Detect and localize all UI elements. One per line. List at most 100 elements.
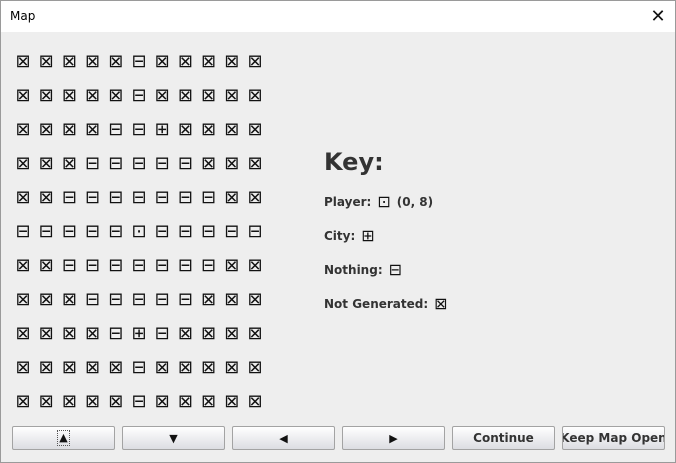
nothing-cell: ⊟ [108, 221, 124, 242]
move-right-button[interactable]: ▶ [342, 426, 445, 450]
nothing-cell: ⊟ [15, 221, 31, 242]
nothing-cell: ⊟ [154, 289, 170, 310]
not-generated-cell: ⊠ [201, 85, 217, 106]
not-generated-cell: ⊠ [224, 187, 240, 208]
nothing-cell: ⊟ [38, 221, 54, 242]
not-generated-cell: ⊠ [154, 391, 170, 412]
key-title: Key: [324, 148, 384, 176]
nothing-cell: ⊟ [131, 153, 147, 174]
not-generated-cell: ⊠ [201, 323, 217, 344]
move-down-button[interactable]: ▼ [122, 426, 225, 450]
nothing-cell: ⊟ [177, 289, 193, 310]
not-generated-cell: ⊠ [61, 85, 77, 106]
nothing-cell: ⊟ [154, 323, 170, 344]
not-generated-cell: ⊠ [38, 153, 54, 174]
not-generated-cell: ⊠ [15, 289, 31, 310]
not-generated-cell: ⊠ [15, 187, 31, 208]
not-generated-cell: ⊠ [177, 119, 193, 140]
nothing-cell: ⊟ [154, 153, 170, 174]
not-generated-cell: ⊠ [224, 357, 240, 378]
city-cell: ⊞ [131, 323, 147, 344]
player-cell: ⊡ [131, 221, 147, 242]
nothing-cell: ⊟ [61, 221, 77, 242]
not-generated-cell: ⊠ [85, 85, 101, 106]
nothing-cell: ⊟ [85, 289, 101, 310]
key-city-line: City: ⊞ [324, 226, 375, 245]
not-generated-cell: ⊠ [85, 323, 101, 344]
key-not-generated-line: Not Generated: ⊠ [324, 294, 448, 313]
not-generated-cell: ⊠ [38, 85, 54, 106]
not-generated-cell: ⊠ [247, 289, 263, 310]
button-bar: ▲ ▼ ◀ ▶ Continue Keep Map Open [1, 423, 675, 453]
nothing-cell: ⊟ [108, 255, 124, 276]
close-icon[interactable]: ✕ [641, 1, 675, 32]
nothing-cell: ⊟ [177, 255, 193, 276]
nothing-cell: ⊟ [61, 187, 77, 208]
not-generated-cell: ⊠ [38, 255, 54, 276]
nothing-cell: ⊟ [85, 153, 101, 174]
move-left-button[interactable]: ◀ [232, 426, 335, 450]
not-generated-cell: ⊠ [61, 51, 77, 72]
nothing-cell: ⊟ [85, 187, 101, 208]
nothing-cell: ⊟ [201, 187, 217, 208]
not-generated-cell: ⊠ [85, 51, 101, 72]
not-generated-cell: ⊠ [61, 323, 77, 344]
not-generated-cell: ⊠ [108, 85, 124, 106]
nothing-cell: ⊟ [177, 187, 193, 208]
key-nothing-label: Nothing: [324, 262, 383, 277]
not-generated-cell: ⊠ [224, 289, 240, 310]
not-generated-cell: ⊠ [177, 391, 193, 412]
not-generated-cell: ⊠ [85, 357, 101, 378]
not-generated-cell: ⊠ [38, 187, 54, 208]
not-generated-icon: ⊠ [434, 294, 448, 313]
not-generated-cell: ⊠ [154, 357, 170, 378]
nothing-cell: ⊟ [131, 289, 147, 310]
not-generated-cell: ⊠ [224, 323, 240, 344]
continue-button[interactable]: Continue [452, 426, 555, 450]
nothing-cell: ⊟ [108, 187, 124, 208]
city-icon: ⊞ [361, 226, 375, 245]
not-generated-cell: ⊠ [61, 289, 77, 310]
keep-map-open-button[interactable]: Keep Map Open [562, 426, 665, 450]
not-generated-cell: ⊠ [247, 323, 263, 344]
not-generated-cell: ⊠ [154, 85, 170, 106]
nothing-icon: ⊟ [388, 260, 403, 279]
not-generated-cell: ⊠ [108, 51, 124, 72]
window-title: Map [10, 9, 36, 23]
nothing-cell: ⊟ [131, 187, 147, 208]
key-nothing-line: Nothing: ⊟ [324, 260, 402, 279]
not-generated-cell: ⊠ [15, 51, 31, 72]
not-generated-cell: ⊠ [85, 119, 101, 140]
not-generated-cell: ⊠ [15, 391, 31, 412]
not-generated-cell: ⊠ [154, 51, 170, 72]
player-icon: ⊡ [377, 192, 391, 211]
nothing-cell: ⊟ [108, 289, 124, 310]
not-generated-cell: ⊠ [201, 119, 217, 140]
city-cell: ⊞ [154, 119, 170, 140]
not-generated-cell: ⊠ [177, 51, 193, 72]
not-generated-cell: ⊠ [224, 391, 240, 412]
nothing-cell: ⊟ [108, 323, 124, 344]
nothing-cell: ⊟ [247, 221, 263, 242]
not-generated-cell: ⊠ [247, 85, 263, 106]
nothing-cell: ⊟ [154, 187, 170, 208]
not-generated-cell: ⊠ [177, 323, 193, 344]
not-generated-cell: ⊠ [247, 357, 263, 378]
not-generated-cell: ⊠ [38, 51, 54, 72]
not-generated-cell: ⊠ [224, 153, 240, 174]
key-player-label: Player: [324, 194, 372, 209]
left-arrow-icon: ◀ [279, 431, 288, 445]
not-generated-cell: ⊠ [224, 255, 240, 276]
nothing-cell: ⊟ [224, 221, 240, 242]
nothing-cell: ⊟ [131, 255, 147, 276]
nothing-cell: ⊟ [131, 357, 147, 378]
not-generated-cell: ⊠ [38, 289, 54, 310]
not-generated-cell: ⊠ [247, 51, 263, 72]
not-generated-cell: ⊠ [201, 153, 217, 174]
key-player-coords: (0, 8) [396, 194, 434, 209]
down-arrow-icon: ▼ [169, 431, 178, 445]
not-generated-cell: ⊠ [38, 119, 54, 140]
nothing-cell: ⊟ [177, 153, 193, 174]
nothing-cell: ⊟ [85, 255, 101, 276]
move-up-button[interactable]: ▲ [12, 426, 115, 450]
